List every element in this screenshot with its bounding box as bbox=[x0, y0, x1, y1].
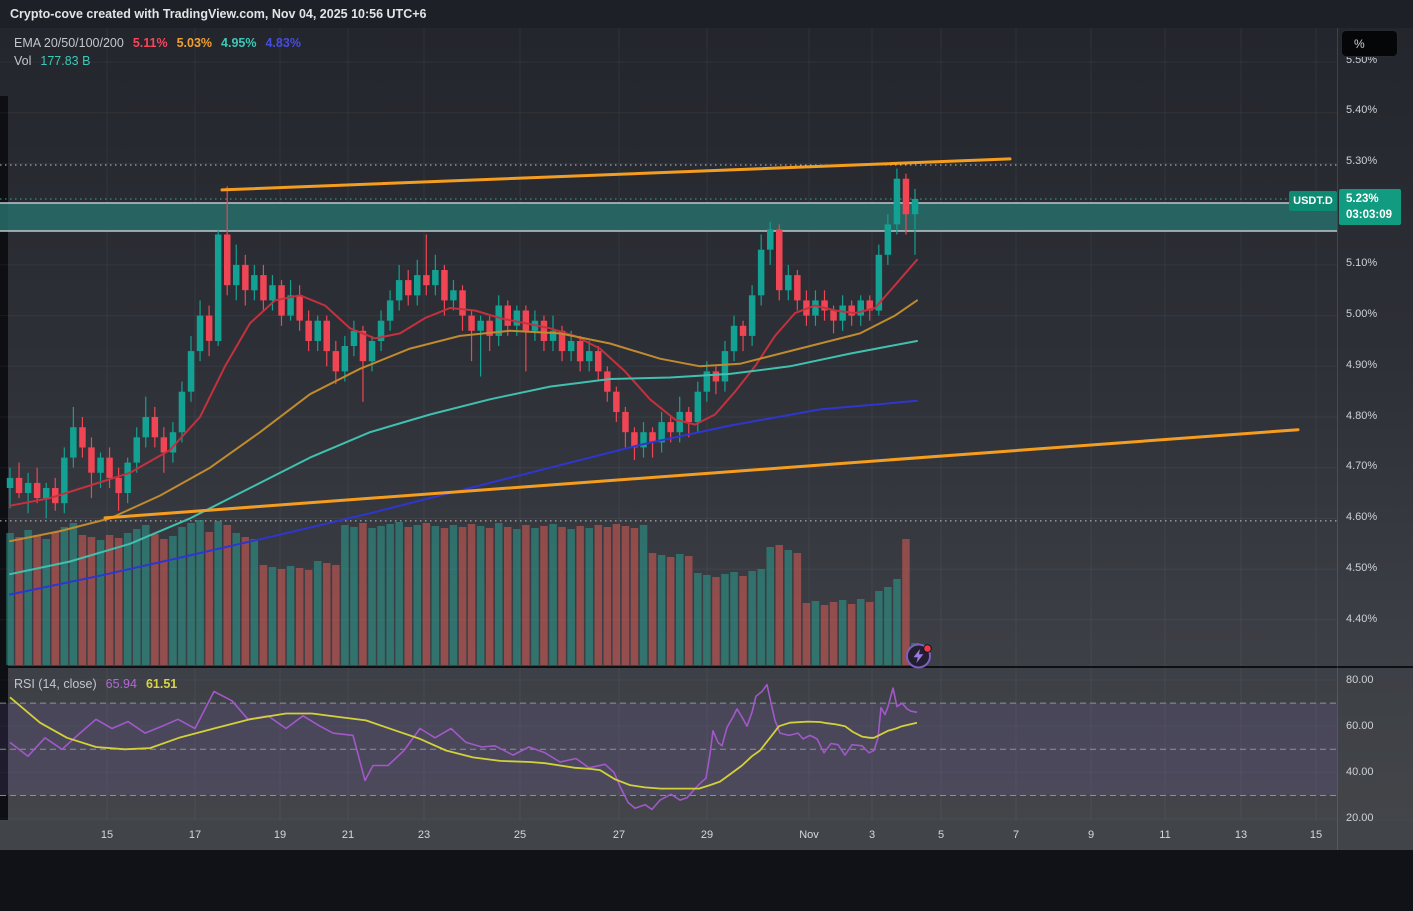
time-tick: 9 bbox=[1087, 829, 1095, 841]
time-tick: 11 bbox=[1159, 829, 1171, 841]
tradingview-chart-window: Crypto-cove created with TradingView.com… bbox=[0, 0, 1413, 911]
time-tick: 25 bbox=[513, 829, 527, 841]
time-tick: 19 bbox=[273, 829, 287, 841]
price-tick: 4.80% bbox=[1346, 410, 1378, 422]
time-tick: 13 bbox=[1234, 829, 1248, 841]
symbol-name: USDT.D bbox=[1293, 195, 1333, 207]
price-tick: 5.00% bbox=[1346, 308, 1378, 320]
volume-legend[interactable]: Vol 177.83 B bbox=[14, 54, 90, 68]
ema-legend[interactable]: EMA 20/50/100/200 5.11% 5.03% 4.95% 4.83… bbox=[14, 36, 301, 50]
price-tick: 4.90% bbox=[1346, 359, 1378, 371]
percent-scale-button[interactable]: % bbox=[1341, 30, 1398, 57]
ema200-value: 4.83% bbox=[265, 36, 301, 50]
price-tick: 4.60% bbox=[1346, 511, 1378, 523]
price-tick: 4.70% bbox=[1346, 460, 1378, 472]
rsi-value: 65.94 bbox=[105, 677, 137, 691]
price-axis-border bbox=[1337, 28, 1338, 850]
rsi-tick: 60.00 bbox=[1346, 720, 1374, 732]
time-tick: 7 bbox=[1012, 829, 1020, 841]
bar-countdown: 03:03:09 bbox=[1346, 209, 1393, 221]
time-tick: Nov bbox=[799, 829, 819, 841]
chart-svg bbox=[0, 28, 1337, 820]
title-bar: Crypto-cove created with TradingView.com… bbox=[0, 0, 1413, 28]
ema50-value: 5.03% bbox=[176, 36, 213, 50]
time-tick: 27 bbox=[612, 829, 626, 841]
price-tick: 4.40% bbox=[1346, 613, 1378, 625]
symbol-price-tag[interactable]: USDT.D bbox=[1289, 191, 1337, 211]
price-tick: 5.30% bbox=[1346, 155, 1378, 167]
time-tick: 15 bbox=[100, 829, 114, 841]
price-tick: 4.50% bbox=[1346, 562, 1378, 574]
price-tick: 5.40% bbox=[1346, 104, 1378, 116]
pane-separator[interactable] bbox=[0, 666, 1413, 668]
last-price-label[interactable]: 5.23% 03:03:09 bbox=[1339, 189, 1401, 225]
ema20-value: 5.11% bbox=[132, 36, 168, 50]
time-tick: 23 bbox=[417, 829, 431, 841]
time-tick: 21 bbox=[341, 829, 355, 841]
time-tick: 29 bbox=[700, 829, 714, 841]
chart-watermark-title: Crypto-cove created with TradingView.com… bbox=[10, 7, 427, 21]
time-axis-border bbox=[0, 820, 1413, 821]
price-tick: 5.10% bbox=[1346, 257, 1378, 269]
rsi-tick: 80.00 bbox=[1346, 674, 1374, 686]
footer-bar: TradingView bbox=[0, 850, 1413, 911]
time-tick: 17 bbox=[188, 829, 202, 841]
ema-legend-label: EMA 20/50/100/200 bbox=[14, 36, 124, 50]
rsi-tick: 20.00 bbox=[1346, 812, 1374, 824]
quick-trade-lightning-icon[interactable] bbox=[904, 641, 934, 671]
percent-scale-label: % bbox=[1354, 36, 1365, 51]
time-tick: 15 bbox=[1309, 829, 1323, 841]
last-price-value: 5.23% bbox=[1346, 193, 1379, 205]
rsi-legend-label: RSI (14, close) bbox=[14, 677, 97, 691]
rsi-tick: 40.00 bbox=[1346, 766, 1374, 778]
time-tick: 5 bbox=[937, 829, 945, 841]
ema100-value: 4.95% bbox=[221, 36, 257, 50]
volume-value: 177.83 B bbox=[40, 54, 91, 68]
rsi-ma-value: 61.51 bbox=[145, 677, 178, 691]
volume-legend-label: Vol bbox=[14, 54, 32, 68]
time-tick: 3 bbox=[868, 829, 876, 841]
rsi-legend[interactable]: RSI (14, close) 65.94 61.51 bbox=[14, 677, 177, 691]
